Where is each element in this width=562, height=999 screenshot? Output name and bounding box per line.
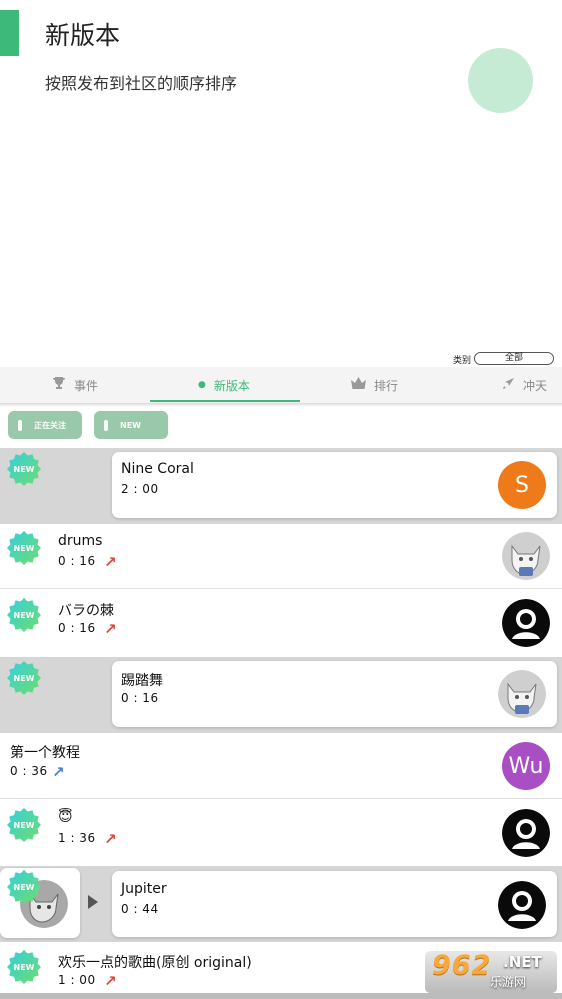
play-icon[interactable]	[88, 895, 98, 909]
song-title: 第一个教程	[10, 745, 80, 761]
tab-events[interactable]: 事件	[52, 367, 98, 403]
song-title: 欢乐一点的歌曲(原创 original)	[58, 955, 252, 971]
default-user-avatar[interactable]	[498, 881, 546, 929]
new-badge-icon: NEW	[7, 598, 41, 632]
tab-ranking[interactable]: 排行	[351, 367, 398, 403]
up-arrow-icon: ↗	[104, 972, 117, 990]
chip-new[interactable]: NEW	[94, 411, 168, 439]
up-arrow-icon: ↗	[104, 830, 117, 848]
trophy-icon	[52, 376, 66, 394]
header-decoration-circle	[468, 48, 533, 113]
up-arrow-icon: ↗	[52, 763, 65, 781]
page-subtitle: 按照发布到社区的顺序排序	[45, 74, 238, 93]
new-badge-icon: NEW	[7, 950, 41, 984]
tabs-shadow	[0, 403, 562, 407]
tab-label: 排行	[374, 378, 399, 393]
tab-bar: 事件 ● 新版本 排行 冲天	[0, 367, 562, 403]
svg-text:NEW: NEW	[14, 963, 35, 972]
song-title: 😇	[58, 809, 73, 825]
category-select[interactable]: 全部	[474, 352, 554, 365]
up-arrow-icon: ↗	[104, 553, 117, 571]
row-divider	[0, 588, 562, 589]
category-label: 类别	[453, 356, 472, 366]
song-title: drums	[58, 533, 103, 549]
svg-text:NEW: NEW	[14, 544, 35, 553]
new-badge-icon: NEW	[7, 661, 41, 695]
tab-new-version[interactable]: ● 新版本	[198, 367, 250, 403]
song-card[interactable]	[112, 661, 557, 727]
song-duration: 0 : 16	[58, 621, 96, 635]
bottom-strip	[0, 993, 562, 999]
tab-soaring[interactable]: 冲天	[502, 367, 547, 403]
chip-indicator	[104, 419, 108, 431]
song-title: 踢踏舞	[121, 673, 163, 689]
up-arrow-icon: ↗	[104, 620, 117, 638]
page-title: 新版本	[45, 21, 121, 50]
row-divider	[0, 798, 562, 799]
new-badge-icon: NEW	[7, 808, 41, 842]
tab-active-indicator	[150, 400, 300, 402]
new-badge-icon: NEW	[7, 531, 41, 565]
crown-icon	[351, 377, 366, 393]
rocket-icon	[502, 377, 515, 394]
song-duration: 1 : 36	[58, 831, 96, 845]
tab-label: 新版本	[213, 378, 250, 393]
song-duration: 0 : 44	[121, 902, 159, 916]
svg-text:NEW: NEW	[14, 465, 35, 474]
new-badge-icon: NEW	[7, 870, 41, 904]
watermark-cn: 乐游网	[490, 975, 527, 989]
svg-text:NEW: NEW	[14, 883, 35, 892]
song-duration: 2 : 00	[121, 482, 159, 496]
author-avatar[interactable]: Wu	[502, 742, 550, 790]
tab-label: 事件	[74, 378, 99, 393]
song-duration: 0 : 36	[10, 764, 48, 778]
cat-avatar[interactable]	[502, 532, 550, 580]
song-duration: 0 : 16	[58, 554, 96, 568]
song-duration: 1 : 00	[58, 973, 96, 987]
tab-label: 冲天	[523, 378, 548, 393]
author-avatar[interactable]: S	[498, 461, 546, 509]
svg-text:NEW: NEW	[14, 611, 35, 620]
song-title: バラの棘	[58, 603, 114, 619]
song-title: Jupiter	[121, 881, 167, 897]
chip-label: NEW	[120, 420, 141, 430]
screen: 新版本 按照发布到社区的顺序排序 类别 全部 事件 ● 新版本 排行 冲天 正在…	[0, 0, 562, 999]
chip-following[interactable]: 正在关注	[8, 411, 82, 439]
new-badge-icon: NEW	[7, 452, 41, 486]
song-duration: 0 : 16	[121, 691, 159, 705]
svg-text:NEW: NEW	[14, 821, 35, 830]
chip-indicator	[18, 419, 22, 431]
svg-text:NEW: NEW	[14, 674, 35, 683]
song-title: Nine Coral	[121, 461, 194, 477]
default-user-avatar[interactable]	[502, 599, 550, 647]
dot-icon: ●	[198, 380, 206, 390]
watermark-number: 962	[432, 950, 492, 981]
chip-label: 正在关注	[34, 420, 66, 430]
watermark-suffix: .NET	[503, 953, 542, 971]
cat-avatar[interactable]	[498, 670, 546, 718]
song-card[interactable]	[112, 871, 557, 937]
default-user-avatar[interactable]	[502, 809, 550, 857]
header-accent-bar	[0, 10, 19, 56]
